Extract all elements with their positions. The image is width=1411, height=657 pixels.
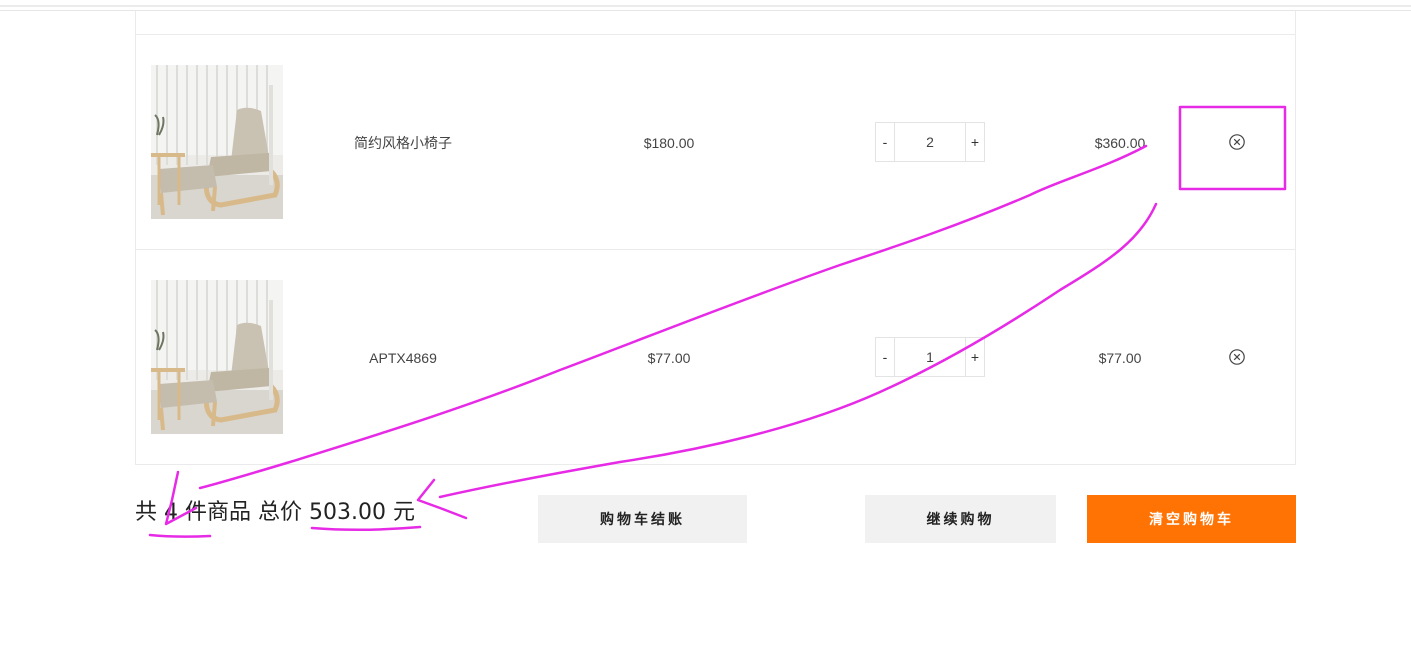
clear-cart-button[interactable]: 清空购物车 [1087, 495, 1296, 543]
annotation-underline [310, 525, 422, 532]
armchair-image [151, 280, 283, 434]
quantity-stepper: - 1 + [875, 337, 985, 377]
product-name[interactable]: APTX4869 [303, 250, 503, 465]
quantity-input[interactable]: 2 [895, 123, 965, 161]
continue-shopping-button[interactable]: 继续购物 [865, 495, 1056, 543]
cart-row: APTX4869 $77.00 - 1 + $77.00 [136, 249, 1295, 464]
product-image[interactable] [151, 280, 283, 434]
item-count: 4 [164, 500, 179, 525]
unit-price: $77.00 [647, 349, 691, 366]
total-price: 503.00 [309, 500, 386, 525]
decrease-quantity-button[interactable]: - [876, 123, 895, 161]
armchair-image [151, 65, 283, 219]
summary-prefix: 共 [135, 500, 158, 525]
checkout-button[interactable]: 购物车结账 [538, 495, 747, 543]
product-name[interactable]: 简约风格小椅子 [303, 35, 503, 250]
quantity-input[interactable]: 1 [895, 338, 965, 376]
remove-item-icon[interactable] [1228, 348, 1246, 366]
decrease-quantity-button[interactable]: - [876, 338, 895, 376]
annotation-underline [148, 533, 212, 538]
remove-item-icon[interactable] [1228, 133, 1246, 151]
quantity-stepper: - 2 + [875, 122, 985, 162]
cart-table: 简约风格小椅子 $180.00 - 2 + $360.00 APTX4869 $… [135, 11, 1296, 465]
cart-summary: 共 4 件商品 总价 503.00 元 [135, 494, 416, 525]
currency-suffix: 元 [393, 500, 416, 525]
summary-middle: 件商品 总价 [185, 500, 303, 525]
cart-row: 简约风格小椅子 $180.00 - 2 + $360.00 [136, 34, 1295, 249]
product-image[interactable] [151, 65, 283, 219]
subtotal: $77.00 [1098, 349, 1142, 366]
subtotal: $360.00 [1094, 134, 1146, 151]
increase-quantity-button[interactable]: + [965, 338, 984, 376]
annotation-arrow-head [416, 478, 468, 520]
unit-price: $180.00 [643, 134, 695, 151]
increase-quantity-button[interactable]: + [965, 123, 984, 161]
top-border-strip [0, 0, 1411, 11]
